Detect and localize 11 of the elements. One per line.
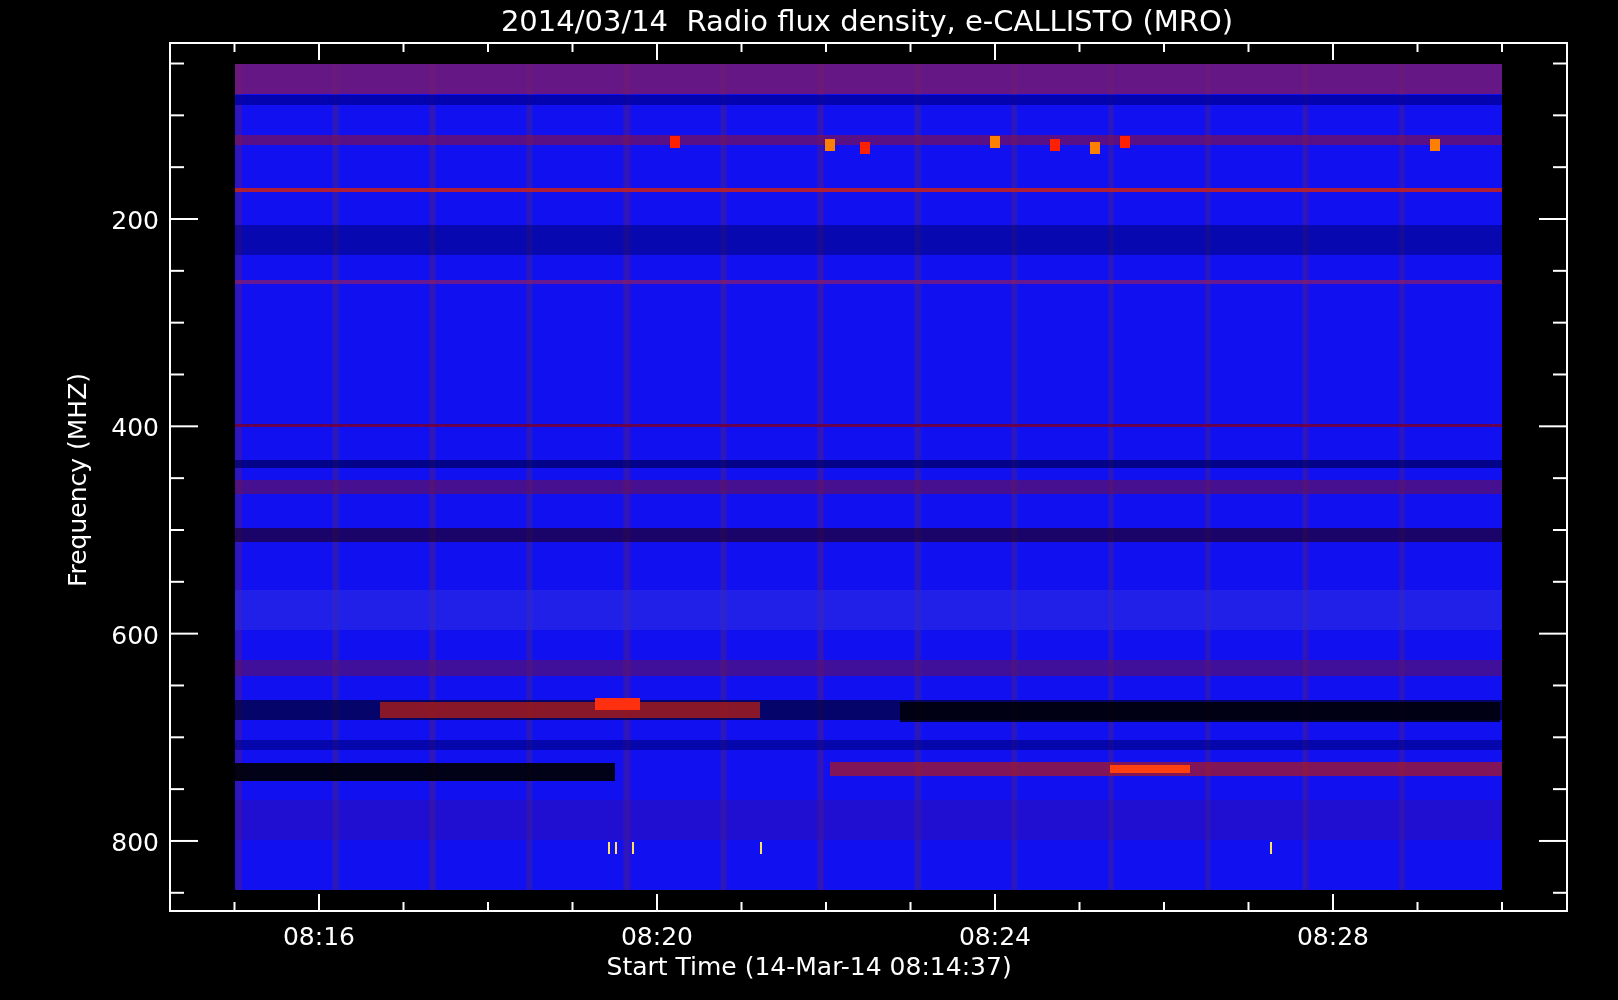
y-tick-label: 800 [111,827,159,857]
y-tick-label: 400 [111,413,159,443]
x-tick-label: 08:28 [1297,922,1369,951]
x-tick-label: 08:20 [621,922,693,951]
y-tick-label: 600 [111,620,159,650]
x-axis-label: Start Time (14-Mar-14 08:14:37) [606,952,1012,981]
x-tick-label: 08:16 [283,922,355,951]
x-tick-label: 08:24 [959,922,1031,951]
y-axis-label: Frequency (MHZ) [63,372,92,588]
y-tick-label: 200 [111,206,159,235]
chart-title: 2014/03/14 Radio flux density, e-CALLISTO (MRO) [500,4,1234,38]
